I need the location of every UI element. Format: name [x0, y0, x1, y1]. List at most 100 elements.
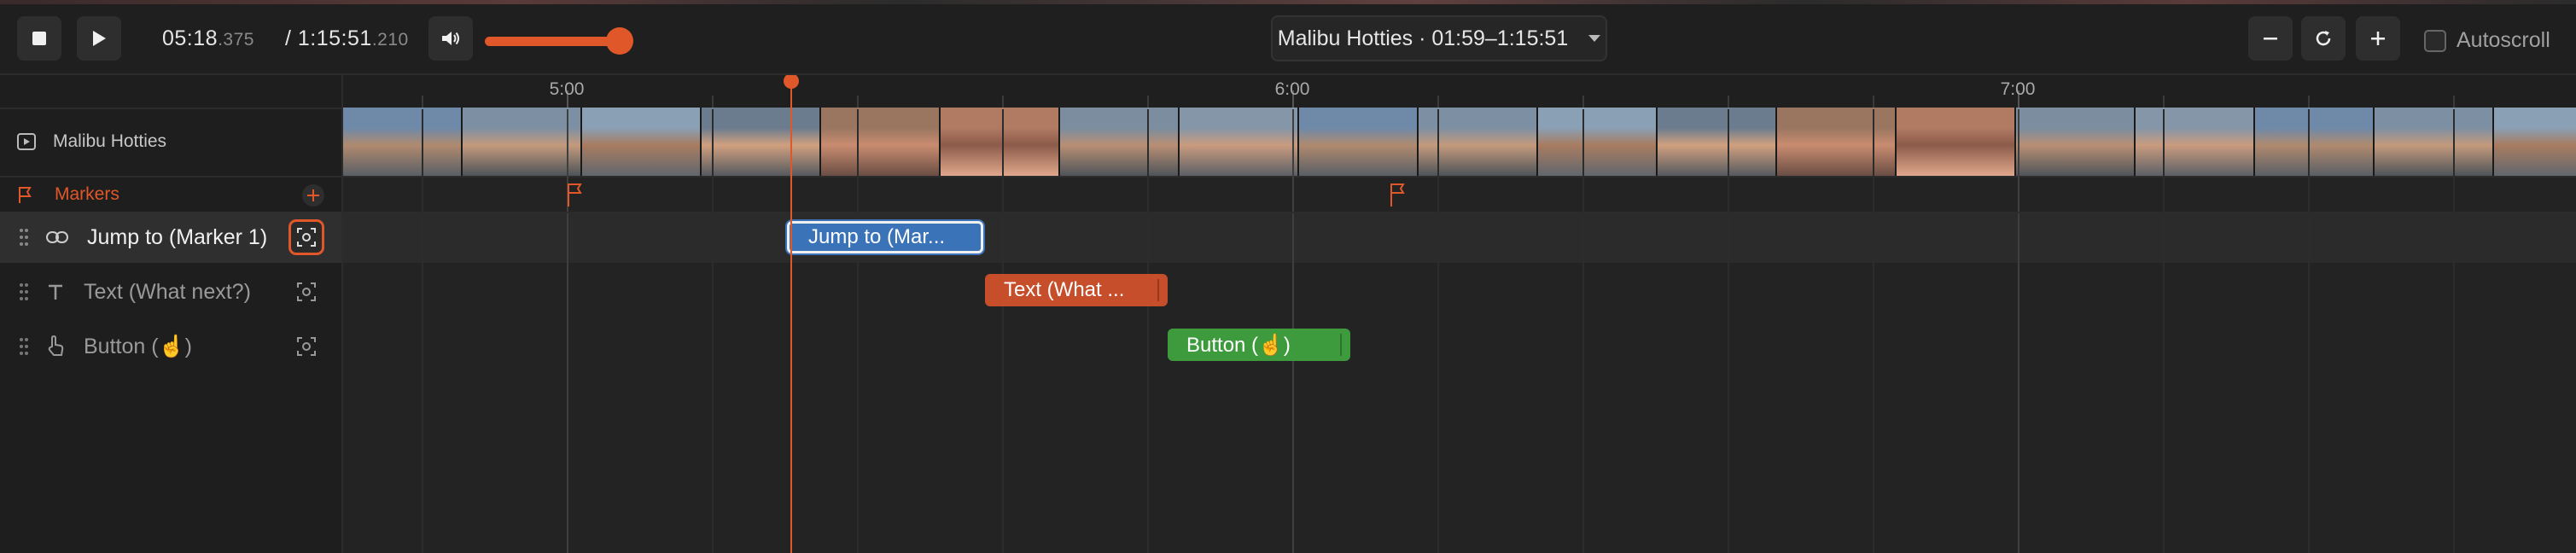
markers-lane[interactable] [343, 178, 2576, 213]
refresh-icon [2316, 31, 2331, 46]
video-track-header: Malibu Hotties [0, 108, 341, 178]
track-row-jump-to[interactable]: Jump to (Marker 1) [0, 212, 341, 263]
drag-handle-icon[interactable] [19, 228, 29, 247]
grid-line [567, 109, 568, 553]
focus-frame-icon [297, 337, 316, 356]
stop-button[interactable] [17, 16, 61, 61]
video-thumbnail [2494, 108, 2576, 176]
ruler-label: 6:00 [1274, 79, 1310, 99]
add-marker-button[interactable] [302, 184, 324, 207]
grid-line [1873, 109, 1874, 553]
ruler-spacer [0, 75, 341, 109]
grid-line [1728, 109, 1729, 553]
video-thumbnail [343, 108, 463, 176]
chevron-down-icon [1588, 35, 1601, 42]
clip-resize-handle[interactable] [1340, 334, 1342, 356]
time-ruler[interactable]: 5:00 6:00 7:00 [343, 75, 2576, 109]
grid-line [2018, 109, 2019, 553]
marker-flag-icon[interactable] [567, 183, 584, 207]
video-thumbnail [1060, 108, 1180, 176]
marker-flag-icon[interactable] [1390, 183, 1407, 207]
zoom-out-button[interactable] [2248, 16, 2293, 61]
video-thumbnail [582, 108, 702, 176]
grid-line [422, 109, 423, 553]
link-icon [46, 231, 68, 243]
track-row-text[interactable]: Text (What next?) [0, 266, 341, 317]
autoscroll-toggle[interactable]: Autoscroll [2424, 28, 2550, 53]
flag-icon [19, 187, 32, 203]
lane-button[interactable] [343, 321, 2576, 372]
ruler-label: 7:00 [2000, 79, 2036, 99]
video-title-selector[interactable]: Malibu Hotties · 01:59–1:15:51 [1271, 15, 1607, 61]
clip-label: Button (☝) [1186, 333, 1291, 357]
ruler-tick [422, 96, 423, 108]
video-title-text: Malibu Hotties · 01:59–1:15:51 [1277, 26, 1569, 50]
clip-label: Jump to (Mar... [808, 225, 946, 248]
grid-line [1002, 109, 1004, 553]
pointer-hand-icon [48, 335, 64, 356]
playhead-line[interactable] [790, 75, 792, 553]
drag-handle-icon[interactable] [19, 337, 29, 356]
video-thumbnail [1777, 108, 1897, 176]
current-time-value: 05:18 [162, 26, 219, 50]
video-thumbnail [1897, 108, 2016, 176]
clip-resize-handle[interactable] [1157, 279, 1159, 301]
lane-text[interactable] [343, 266, 2576, 317]
grid-line [1437, 109, 1439, 553]
current-time: 05:18.375 [162, 26, 254, 51]
lane-jump-to[interactable] [343, 212, 2576, 263]
video-thumbnail [1658, 108, 1777, 176]
total-time-value: / 1:15:51 [285, 26, 372, 50]
plus-icon [2371, 32, 2385, 45]
video-thumbnail [1180, 108, 1299, 176]
track-row-button[interactable]: Button (☝) [0, 321, 341, 372]
video-thumbnail-strip[interactable] [343, 108, 2576, 178]
focus-frame-icon [297, 282, 316, 301]
play-button[interactable] [77, 16, 121, 61]
ruler-tick [2163, 96, 2165, 108]
video-thumbnail [821, 108, 941, 176]
drag-handle-icon[interactable] [19, 282, 29, 301]
grid-line [2453, 109, 2455, 553]
clip-jump-to[interactable]: Jump to (Mar... [787, 221, 983, 253]
volume-slider-track[interactable] [485, 37, 621, 46]
track-label: Text (What next?) [84, 279, 251, 304]
ruler-tick [857, 96, 859, 108]
ruler-tick [1002, 96, 1004, 108]
stop-icon [32, 32, 46, 45]
minus-icon [2264, 38, 2277, 40]
ruler-tick [1728, 96, 1729, 108]
grid-line [1147, 109, 1149, 553]
volume-slider-handle[interactable] [606, 27, 633, 55]
video-thumbnail [941, 108, 1060, 176]
focus-track-button[interactable] [288, 219, 324, 255]
playback-toolbar: 05:18.375 / 1:15:51.210 Malibu Hotties ·… [0, 4, 2576, 75]
clip-text[interactable]: Text (What ... [985, 274, 1168, 306]
timeline-area[interactable]: 5:00 6:00 7:00 Jump to (Mar... Text (Wha… [343, 75, 2576, 553]
focus-frame-icon [297, 228, 316, 247]
video-thumbnail [2136, 108, 2255, 176]
mute-button[interactable] [428, 16, 473, 61]
total-time: / 1:15:51.210 [285, 26, 409, 51]
ruler-tick [1437, 96, 1439, 108]
markers-track-header: Markers [0, 178, 341, 213]
clip-button[interactable]: Button (☝) [1168, 329, 1350, 361]
focus-track-button[interactable] [288, 274, 324, 310]
video-thumbnail [2375, 108, 2494, 176]
text-icon [49, 284, 62, 300]
autoscroll-checkbox[interactable] [2424, 29, 2446, 52]
reset-zoom-button[interactable] [2301, 16, 2346, 61]
video-thumbnail [2255, 108, 2375, 176]
zoom-in-button[interactable] [2356, 16, 2400, 61]
ruler-label: 5:00 [549, 79, 585, 99]
clip-label: Text (What ... [1004, 278, 1125, 301]
grid-line [857, 109, 859, 553]
track-list-panel: Malibu Hotties Markers Jump to (Marker 1… [0, 75, 343, 553]
focus-track-button[interactable] [288, 329, 324, 364]
video-thumbnail [1538, 108, 1658, 176]
total-time-ms: .210 [371, 30, 409, 49]
track-label: Jump to (Marker 1) [87, 224, 268, 249]
ruler-tick [1873, 96, 1874, 108]
track-label: Button (☝) [84, 334, 193, 358]
video-thumbnail [463, 108, 582, 176]
